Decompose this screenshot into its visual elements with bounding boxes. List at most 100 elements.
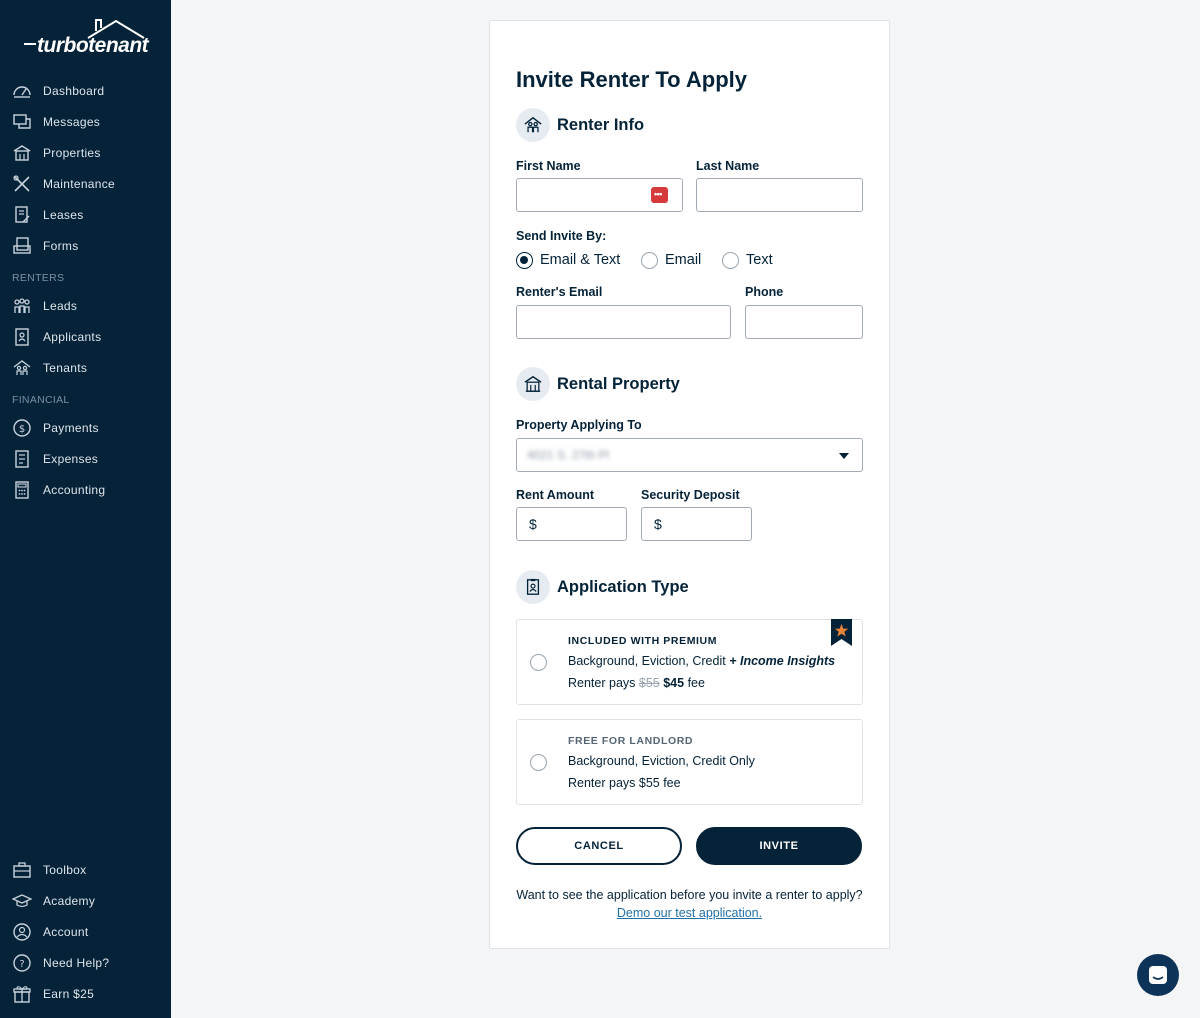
option-tag: FREE FOR LANDLORD [568, 735, 694, 747]
sidebar-item-label: Accounting [43, 483, 106, 497]
radio-unselected[interactable] [641, 251, 658, 269]
cancel-button[interactable]: CANCEL [516, 827, 682, 865]
sidebar-item-label: Messages [43, 115, 101, 129]
application-option-premium[interactable]: INCLUDED WITH PREMIUM Background, Evicti… [516, 619, 863, 705]
send-by-email-radio[interactable]: Email [641, 250, 701, 270]
sidebar-item-label: Properties [43, 146, 101, 160]
password-manager-icon[interactable]: ••• [651, 187, 668, 203]
sidebar-item-label: Academy [43, 894, 96, 908]
last-name-input[interactable] [696, 178, 863, 212]
invite-renter-card: Invite Renter To Apply Renter Info First… [489, 20, 890, 949]
send-by-text-radio[interactable]: Text [722, 250, 773, 270]
svg-text:$: $ [19, 424, 25, 435]
svg-text:?: ? [19, 959, 24, 970]
property-applying-to-label: Property Applying To [516, 418, 642, 432]
option-price: Renter pays $55 fee [568, 776, 681, 790]
sidebar-item-label: Leads [43, 299, 78, 313]
property-icon [524, 375, 542, 392]
new-price: $45 [663, 676, 685, 690]
sidebar-item-expenses[interactable]: Expenses [0, 445, 171, 473]
sidebar-section-renters: RENTERS [12, 272, 65, 284]
phone-label: Phone [745, 285, 784, 299]
dashboard-icon [13, 86, 31, 98]
radio-selected[interactable] [516, 251, 533, 269]
rent-amount-input[interactable]: $ [516, 507, 627, 541]
option-description: Background, Eviction, Credit Only [568, 754, 755, 768]
old-price: $55 [638, 676, 660, 690]
property-select[interactable]: 4021 S. 27th Pl [516, 438, 863, 472]
option-price: Renter pays $55 $45 fee [568, 676, 705, 690]
sidebar-item-maintenance[interactable]: Maintenance [0, 170, 171, 198]
phone-input[interactable] [745, 305, 863, 339]
sidebar-item-tenants[interactable]: Tenants [0, 354, 171, 382]
security-deposit-input[interactable]: $ [641, 507, 752, 541]
toolbox-icon [13, 862, 31, 878]
sidebar-item-label: Tenants [43, 361, 88, 375]
send-invite-label: Send Invite By: [516, 229, 607, 243]
properties-icon [13, 145, 31, 161]
sidebar-item-leases[interactable]: Leases [0, 201, 171, 229]
chat-icon [1149, 966, 1167, 984]
sidebar-item-forms[interactable]: Forms [0, 232, 171, 260]
leads-icon [14, 298, 30, 313]
invite-button[interactable]: INVITE [696, 827, 862, 865]
radio-unselected[interactable] [722, 251, 739, 269]
renter-email-input[interactable] [516, 305, 731, 339]
sidebar-item-earn[interactable]: Earn $25 [0, 980, 171, 1008]
sidebar-item-label: Applicants [43, 330, 102, 344]
sidebar-item-label: Account [43, 925, 89, 939]
radio-unselected[interactable] [530, 754, 547, 771]
send-by-email-and-text-radio[interactable]: Email & Text [516, 250, 620, 270]
income-insights-highlight: + Income Insights [729, 654, 836, 668]
sidebar-item-account[interactable]: Account [0, 918, 171, 946]
sidebar-item-properties[interactable]: Properties [0, 139, 171, 167]
sidebar-item-academy[interactable]: Academy [0, 887, 171, 915]
sidebar-item-messages[interactable]: Messages [0, 108, 171, 136]
sidebar-item-accounting[interactable]: Accounting [0, 476, 171, 504]
turbotenant-logo[interactable]: turbotenant [24, 18, 149, 58]
sidebar-item-label: Expenses [43, 452, 99, 466]
option-description: Background, Eviction, Credit + Income In… [568, 654, 836, 668]
demo-application-link[interactable]: Demo our test application. [617, 906, 762, 920]
sidebar-item-payments[interactable]: $ Payments [0, 414, 171, 442]
sidebar-item-leads[interactable]: Leads [0, 292, 171, 320]
rent-amount-label: Rent Amount [516, 488, 594, 502]
messages-icon [13, 114, 31, 129]
academy-icon [12, 894, 32, 908]
page-title: Invite Renter To Apply [516, 67, 748, 92]
sidebar-item-label: Earn $25 [43, 987, 95, 1001]
option-tag: INCLUDED WITH PREMIUM [568, 635, 718, 647]
application-option-free[interactable]: FREE FOR LANDLORD Background, Eviction, … [516, 719, 863, 805]
forms-icon [13, 237, 31, 254]
sidebar-item-applicants[interactable]: Applicants [0, 323, 171, 351]
maintenance-icon [13, 175, 30, 192]
chat-support-button[interactable] [1137, 954, 1179, 996]
demo-application-note: Want to see the application before you i… [516, 888, 863, 920]
sidebar-item-label: Payments [43, 421, 99, 435]
sidebar-item-need-help[interactable]: ? Need Help? [0, 949, 171, 977]
renter-email-label: Renter's Email [516, 285, 603, 299]
accounting-icon [15, 481, 29, 499]
sidebar-item-label: Dashboard [43, 84, 105, 98]
security-deposit-label: Security Deposit [641, 488, 740, 502]
renters-icon [524, 116, 542, 133]
sidebar-item-label: Maintenance [43, 177, 116, 191]
sidebar-section-financial: FINANCIAL [12, 394, 70, 406]
application-icon [526, 578, 540, 595]
chevron-down-icon[interactable] [839, 453, 849, 459]
radio-unselected[interactable] [530, 654, 547, 671]
payments-icon: $ [13, 419, 31, 437]
sidebar-item-toolbox[interactable]: Toolbox [0, 856, 171, 884]
currency-prefix: $ [654, 516, 662, 532]
sidebar-item-label: Need Help? [43, 956, 110, 970]
first-name-input[interactable]: ••• [516, 178, 683, 212]
last-name-label: Last Name [696, 159, 760, 173]
sidebar-item-label: Forms [43, 239, 79, 253]
sidebar-item-dashboard[interactable]: Dashboard [0, 77, 171, 105]
sidebar-item-label: Toolbox [43, 863, 87, 877]
sidebar: turbotenant Dashboard Messages Propertie… [0, 0, 171, 1018]
tenants-icon [13, 360, 31, 375]
sidebar-item-label: Leases [43, 208, 84, 222]
applicants-icon [15, 328, 29, 346]
expenses-icon [15, 450, 29, 468]
